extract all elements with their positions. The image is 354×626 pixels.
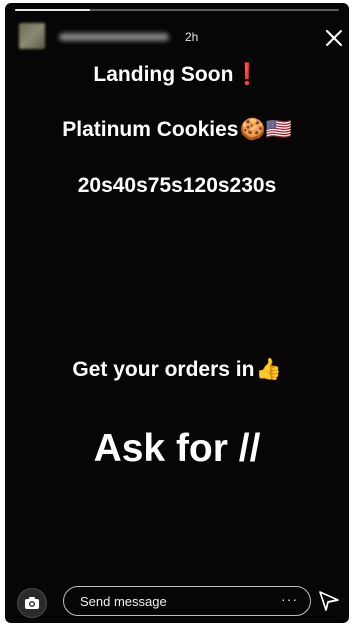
story-text: 20s40s75s120s230s — [77, 174, 277, 197]
message-placeholder: Send message — [80, 594, 167, 609]
more-options-icon[interactable]: ··· — [281, 591, 298, 607]
exclamation-emoji-icon: ❗ — [234, 63, 261, 87]
close-button[interactable] — [323, 27, 345, 49]
story-text: Landing Soon — [93, 63, 234, 86]
username-blurred[interactable] — [59, 33, 169, 41]
story-text-line: 20s40s75s120s230s — [5, 174, 349, 198]
story-text-line: Landing Soon❗ — [5, 63, 349, 87]
camera-icon — [25, 597, 39, 609]
story-timestamp: 2h — [185, 30, 199, 44]
send-message-input[interactable]: Send message ··· — [63, 586, 311, 616]
story-viewer: 2h Landing Soon❗ Platinum Cookies🍪🇺🇸 20s… — [5, 3, 349, 623]
close-icon — [326, 30, 342, 46]
story-text: Ask for // — [93, 427, 261, 470]
story-text-line: Platinum Cookies🍪🇺🇸 — [5, 118, 349, 142]
avatar[interactable] — [19, 23, 45, 49]
send-button[interactable] — [317, 589, 341, 613]
send-icon — [319, 591, 339, 611]
reply-bar: Send message ··· — [5, 579, 349, 623]
story-text: Platinum Cookies — [62, 118, 239, 141]
story-text: Get your orders in — [72, 358, 255, 381]
story-text-line: Get your orders in👍 — [5, 358, 349, 382]
cookie-flag-emoji-icon: 🍪🇺🇸 — [239, 118, 292, 142]
story-headline: Ask for // — [5, 427, 349, 471]
camera-button[interactable] — [17, 588, 47, 618]
story-progress-track — [15, 9, 339, 11]
thumbs-up-emoji-icon: 👍 — [255, 358, 282, 382]
story-progress-fill — [15, 9, 90, 11]
